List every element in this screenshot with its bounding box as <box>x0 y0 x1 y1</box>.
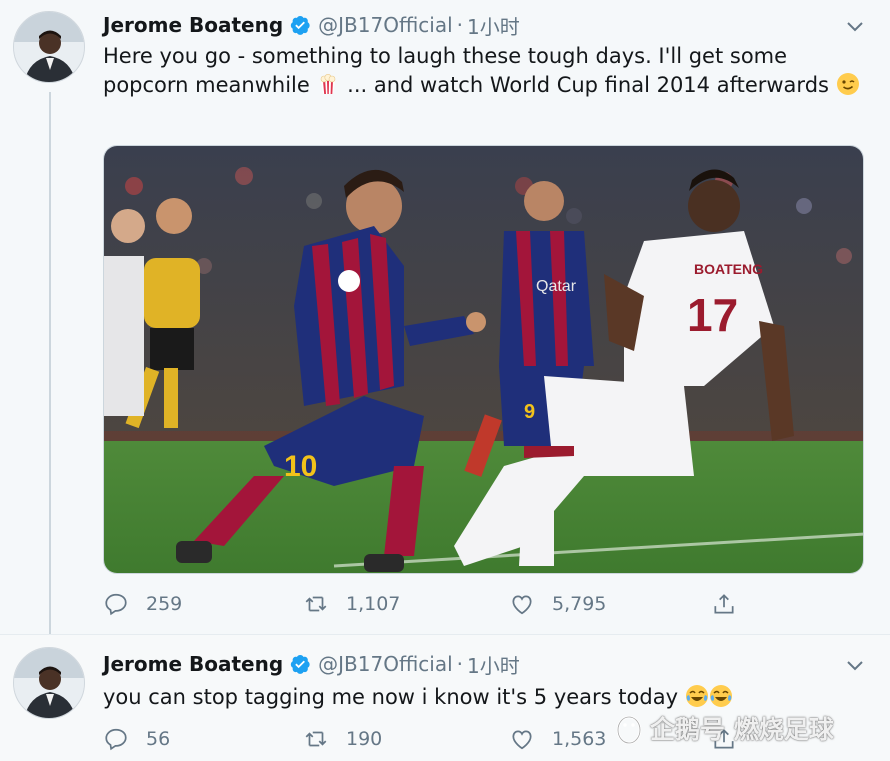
separator-dot: · <box>456 652 464 676</box>
tweet-text-part2: ... and watch World Cup final 2014 after… <box>340 73 836 97</box>
reply-icon <box>105 593 127 616</box>
author-name[interactable]: Jerome Boateng <box>103 652 283 676</box>
mid-player-sponsor: Qatar <box>536 278 577 295</box>
verified-badge-icon <box>289 653 311 675</box>
chevron-down-icon[interactable] <box>845 16 865 36</box>
watermark-text: 企鹅号 燃烧足球 <box>650 715 834 744</box>
winking-face-icon <box>836 72 860 96</box>
jersey-number-left: 10 <box>284 450 317 483</box>
watermark: 企鹅号 燃烧足球 <box>612 708 834 748</box>
tweet-header: Jerome Boateng @JB17Official · 1小时 <box>103 10 520 40</box>
retweet-button[interactable]: 190 <box>303 724 382 754</box>
tweet-media-photo[interactable]: 10 Qatar 9 BOATENG 17 <box>103 145 864 574</box>
jersey-name-right: BOATENG <box>694 261 763 277</box>
tweet-header: Jerome Boateng @JB17Official · 1小时 <box>103 649 520 679</box>
like-count: 1,563 <box>552 728 607 750</box>
reply-count: 259 <box>146 593 183 615</box>
tweet-timestamp[interactable]: 1小时 <box>467 11 520 40</box>
heart-icon <box>512 595 532 615</box>
jersey-number-right: 17 <box>687 289 738 341</box>
author-handle[interactable]: @JB17Official <box>318 652 453 676</box>
tweet-timestamp[interactable]: 1小时 <box>467 650 520 679</box>
like-count: 5,795 <box>552 593 607 615</box>
tweet-1[interactable]: Jerome Boateng @JB17Official · 1小时 Here … <box>0 0 890 634</box>
tweet-text-body: you can stop tagging me now i know it's … <box>103 685 685 709</box>
retweet-count: 1,107 <box>346 593 401 615</box>
verified-badge-icon <box>289 14 311 36</box>
reply-count: 56 <box>146 728 171 750</box>
popcorn-icon <box>316 72 340 96</box>
face-with-tears-of-joy-icon <box>685 684 709 708</box>
author-handle[interactable]: @JB17Official <box>318 13 453 37</box>
share-button[interactable] <box>711 589 737 619</box>
like-button[interactable]: 5,795 <box>509 589 606 619</box>
tweet-text: Here you go - something to laugh these t… <box>103 42 863 100</box>
like-button[interactable]: 1,563 <box>509 724 606 754</box>
face-with-tears-of-joy-icon <box>709 684 733 708</box>
chevron-down-icon[interactable] <box>845 655 865 675</box>
retweet-count: 190 <box>346 728 383 750</box>
retweet-button[interactable]: 1,107 <box>303 589 400 619</box>
retweet-icon <box>305 596 327 612</box>
reply-button[interactable]: 56 <box>103 724 170 754</box>
separator-dot: · <box>456 13 464 37</box>
author-name[interactable]: Jerome Boateng <box>103 13 283 37</box>
mid-player-number: 9 <box>524 401 535 423</box>
reply-icon <box>105 728 127 751</box>
author-avatar[interactable] <box>13 11 85 83</box>
tweet-actions: 259 1,107 5,795 <box>103 589 753 619</box>
heart-icon <box>512 730 532 750</box>
penguin-logo-icon <box>616 715 642 745</box>
author-avatar[interactable] <box>13 647 85 719</box>
reply-button[interactable]: 259 <box>103 589 182 619</box>
retweet-icon <box>305 731 327 747</box>
share-icon <box>714 594 734 614</box>
